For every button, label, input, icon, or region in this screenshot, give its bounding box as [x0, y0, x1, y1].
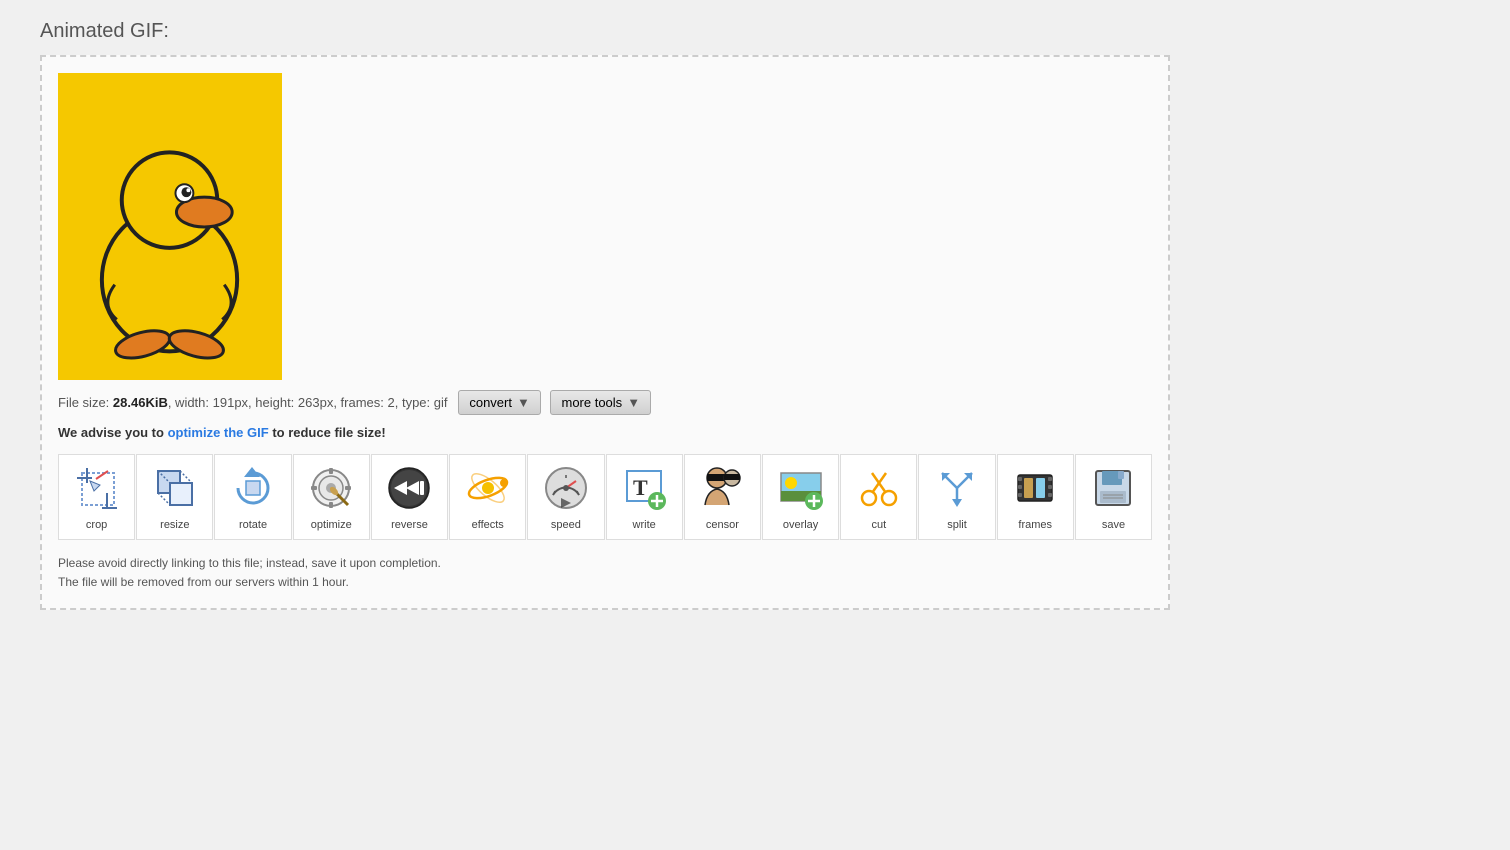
resize-icon: [148, 461, 202, 515]
tool-save[interactable]: save: [1075, 454, 1152, 540]
page-container: Animated GIF:: [0, 0, 1510, 630]
tool-reverse[interactable]: reverse: [371, 454, 448, 540]
frames-label: frames: [1018, 519, 1052, 531]
overlay-label: overlay: [783, 519, 818, 531]
more-tools-label: more tools: [561, 395, 622, 410]
more-tools-button[interactable]: more tools ▼: [550, 390, 651, 415]
file-info-label: File size:: [58, 395, 113, 410]
cut-label: cut: [871, 519, 886, 531]
censor-icon: [695, 461, 749, 515]
optimize-label: optimize: [311, 519, 352, 531]
tool-cut[interactable]: cut: [840, 454, 917, 540]
svg-text:T: T: [633, 475, 648, 500]
optimize-link[interactable]: optimize the GIF: [168, 425, 269, 440]
optimize-icon: [304, 461, 358, 515]
page-title: Animated GIF:: [40, 20, 1470, 43]
write-label: write: [633, 519, 656, 531]
duck-image: [75, 95, 265, 358]
split-icon: [930, 461, 984, 515]
main-box: File size: 28.46KiB, width: 191px, heigh…: [40, 55, 1170, 610]
censor-label: censor: [706, 519, 739, 531]
file-info: File size: 28.46KiB, width: 191px, heigh…: [58, 390, 1152, 415]
tool-rotate[interactable]: rotate: [214, 454, 291, 540]
advise-prefix: We advise you to: [58, 425, 168, 440]
convert-arrow-icon: ▼: [517, 395, 530, 410]
split-label: split: [947, 519, 967, 531]
tool-resize[interactable]: resize: [136, 454, 213, 540]
speed-label: speed: [551, 519, 581, 531]
tool-effects[interactable]: effects: [449, 454, 526, 540]
resize-label: resize: [160, 519, 189, 531]
save-icon: [1086, 461, 1140, 515]
more-tools-arrow-icon: ▼: [627, 395, 640, 410]
cut-icon: [852, 461, 906, 515]
save-label: save: [1102, 519, 1125, 531]
rotate-icon: [226, 461, 280, 515]
effects-label: effects: [472, 519, 504, 531]
tool-speed[interactable]: speed: [527, 454, 604, 540]
notice-line2: The file will be removed from our server…: [58, 573, 1152, 592]
tool-optimize[interactable]: optimize: [293, 454, 370, 540]
crop-label: crop: [86, 519, 107, 531]
notice-text: Please avoid directly linking to this fi…: [58, 554, 1152, 592]
gif-preview: [58, 73, 282, 380]
crop-icon: [70, 461, 124, 515]
convert-label: convert: [469, 395, 512, 410]
effects-icon: [461, 461, 515, 515]
rotate-label: rotate: [239, 519, 267, 531]
frames-icon: [1008, 461, 1062, 515]
convert-button[interactable]: convert ▼: [458, 390, 541, 415]
file-info-rest: , width: 191px, height: 263px, frames: 2…: [168, 395, 448, 410]
reverse-icon: [382, 461, 436, 515]
overlay-icon: [774, 461, 828, 515]
tool-overlay[interactable]: overlay: [762, 454, 839, 540]
tool-write[interactable]: T write: [606, 454, 683, 540]
speed-icon: [539, 461, 593, 515]
tool-split[interactable]: split: [918, 454, 995, 540]
tool-frames[interactable]: frames: [997, 454, 1074, 540]
reverse-label: reverse: [391, 519, 428, 531]
tools-row: crop resize: [58, 454, 1152, 540]
tool-censor[interactable]: censor: [684, 454, 761, 540]
advise-text: We advise you to optimize the GIF to red…: [58, 425, 1152, 440]
file-size: 28.46KiB: [113, 395, 168, 410]
write-icon: T: [617, 461, 671, 515]
advise-suffix: to reduce file size!: [269, 425, 386, 440]
notice-line1: Please avoid directly linking to this fi…: [58, 554, 1152, 573]
tool-crop[interactable]: crop: [58, 454, 135, 540]
